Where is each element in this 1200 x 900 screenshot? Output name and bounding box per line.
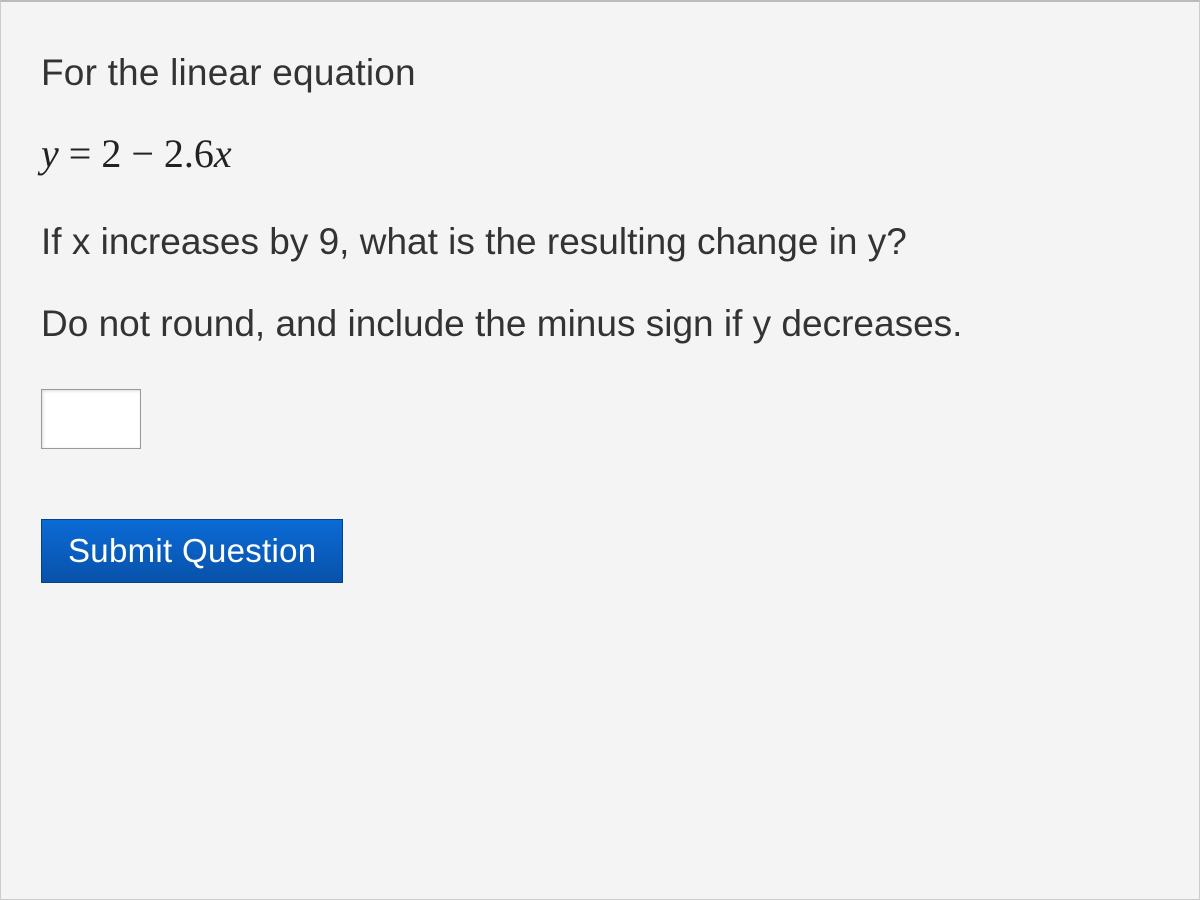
answer-input[interactable] — [41, 389, 141, 449]
submit-button[interactable]: Submit Question — [41, 519, 343, 583]
equation-var-y: y — [41, 131, 59, 176]
equation-var-x: x — [214, 131, 232, 176]
prompt-intro: For the linear equation — [41, 52, 1159, 94]
question-text: If x increases by 9, what is the resulti… — [41, 221, 1159, 263]
instruction-text: Do not round, and include the minus sign… — [41, 303, 1159, 345]
question-container: For the linear equation y = 2 − 2.6x If … — [0, 0, 1200, 900]
equation: y = 2 − 2.6x — [41, 130, 1159, 177]
equation-body: = 2 − 2.6 — [59, 131, 214, 176]
